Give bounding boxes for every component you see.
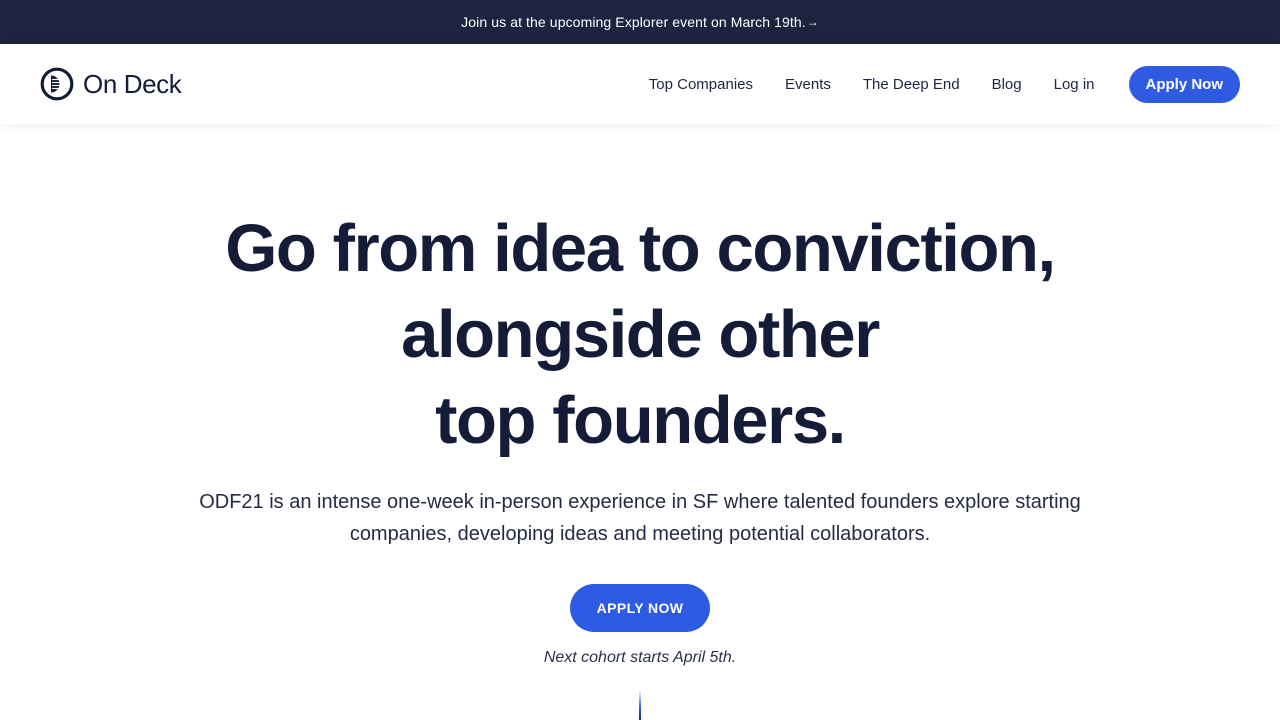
- headline-line: Go from idea to conviction,: [225, 211, 1056, 286]
- nav-item-events[interactable]: Events: [785, 76, 831, 93]
- nav-item-top-companies[interactable]: Top Companies: [649, 76, 753, 93]
- announcement-bar: Join us at the upcoming Explorer event o…: [0, 0, 1280, 44]
- site-header: On Deck Top Companies Events The Deep En…: [0, 44, 1280, 124]
- hero-headline: Go from idea to conviction, alongside ot…: [140, 206, 1140, 464]
- logo-text: On Deck: [83, 68, 182, 99]
- logo[interactable]: On Deck: [40, 67, 182, 101]
- hero-apply-now-button[interactable]: APPLY NOW: [570, 584, 710, 632]
- description-line: ODF21 is an intense one-week in-person e…: [199, 491, 1081, 513]
- description-line: companies, developing ideas and meeting …: [349, 523, 931, 545]
- headline-line: alongside other: [401, 297, 880, 372]
- hero-section: Go from idea to conviction, alongside ot…: [0, 124, 1280, 720]
- announcement-link[interactable]: Join us at the upcoming Explorer event o…: [461, 14, 819, 30]
- scroll-indicator: [639, 690, 641, 720]
- on-deck-logo-icon: [40, 67, 74, 101]
- nav-item-blog[interactable]: Blog: [992, 76, 1022, 93]
- apply-now-button[interactable]: Apply Now: [1128, 65, 1240, 103]
- hero-description: ODF21 is an intense one-week in-person e…: [140, 486, 1140, 550]
- main-nav: Top Companies Events The Deep End Blog L…: [649, 76, 1095, 93]
- arrow-right-icon: →: [806, 15, 819, 29]
- cohort-note: Next cohort starts April 5th.: [543, 649, 737, 666]
- headline-line: top founders.: [435, 383, 846, 458]
- nav-item-the-deep-end[interactable]: The Deep End: [863, 76, 960, 93]
- nav-item-log-in[interactable]: Log in: [1054, 76, 1095, 93]
- announcement-text: Join us at the upcoming Explorer event o…: [461, 14, 806, 30]
